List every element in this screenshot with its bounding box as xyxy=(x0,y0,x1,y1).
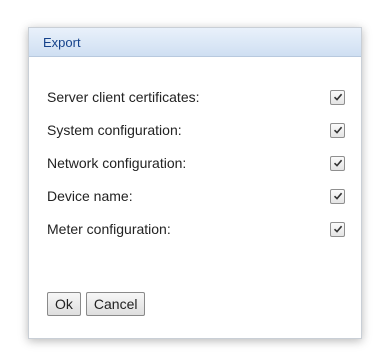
option-label: Meter configuration: xyxy=(47,221,171,237)
check-icon xyxy=(333,93,342,101)
device-name-checkbox[interactable] xyxy=(330,188,345,204)
check-icon xyxy=(333,225,342,233)
dialog-buttons: Ok Cancel xyxy=(47,292,146,316)
option-device-name: Device name: xyxy=(47,181,347,211)
check-icon xyxy=(333,126,342,134)
ok-button[interactable]: Ok xyxy=(47,292,81,316)
dialog-title: Export xyxy=(43,34,81,50)
option-meter-configuration: Meter configuration: xyxy=(47,214,347,244)
meter-configuration-checkbox[interactable] xyxy=(330,221,345,237)
option-system-configuration: System configuration: xyxy=(47,115,347,145)
export-options: Server client certificates: System confi… xyxy=(47,82,347,247)
export-dialog: Export Server client certificates: Syste… xyxy=(28,27,362,339)
option-label: Network configuration: xyxy=(47,155,187,171)
check-icon xyxy=(333,159,342,167)
option-label: Device name: xyxy=(47,188,133,204)
option-network-configuration: Network configuration: xyxy=(47,148,347,178)
option-label: System configuration: xyxy=(47,122,182,138)
option-server-client-certificates: Server client certificates: xyxy=(47,82,347,112)
dialog-header: Export xyxy=(29,28,361,57)
option-label: Server client certificates: xyxy=(47,89,200,105)
system-configuration-checkbox[interactable] xyxy=(330,122,345,138)
server-client-certificates-checkbox[interactable] xyxy=(330,89,345,105)
network-configuration-checkbox[interactable] xyxy=(330,155,345,171)
check-icon xyxy=(333,192,342,200)
cancel-button[interactable]: Cancel xyxy=(85,292,146,316)
